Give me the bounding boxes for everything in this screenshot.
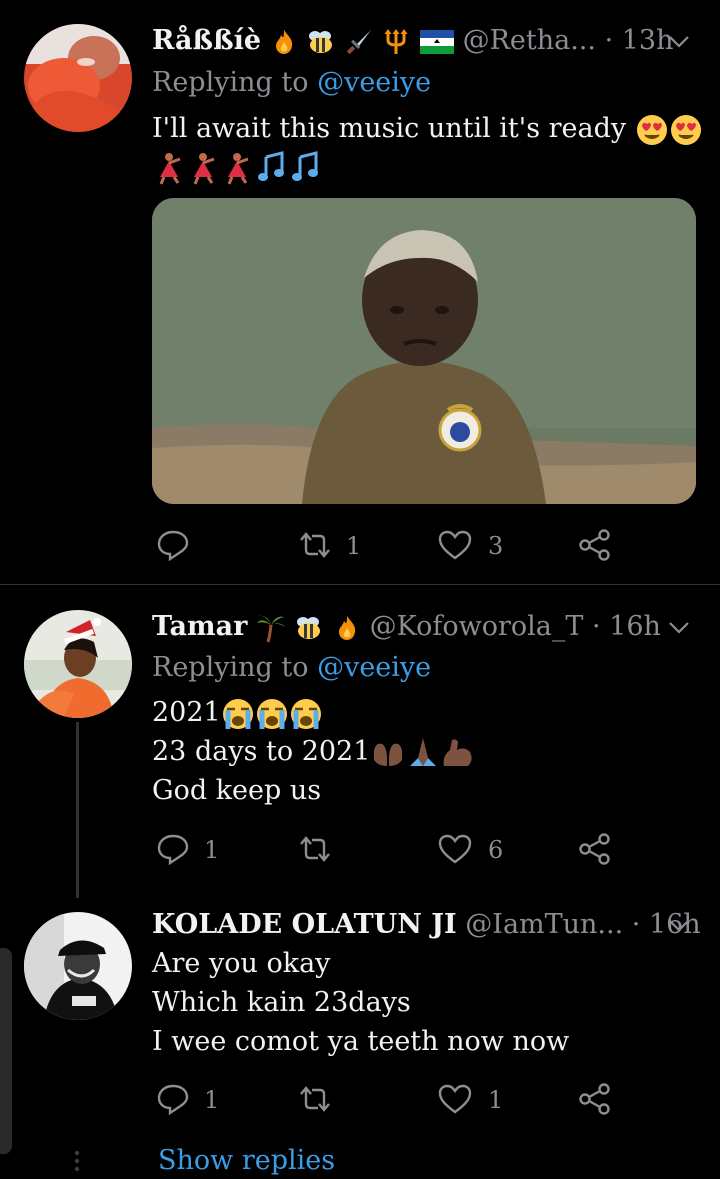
trident-icon xyxy=(384,28,408,54)
avatar[interactable] xyxy=(24,610,132,718)
tweet-text-line: 23 days to 2021 xyxy=(152,733,476,771)
timestamp: · 16h xyxy=(592,611,661,642)
tweet-text-line: I'll await this music until it's ready xyxy=(152,110,703,148)
reply-icon[interactable] xyxy=(156,1082,190,1116)
tweet-emoji-line xyxy=(152,148,322,186)
dancer-icon xyxy=(227,152,249,185)
display-name[interactable]: Tamar xyxy=(152,611,247,642)
like-count: 6 xyxy=(488,836,504,864)
retweet-icon[interactable] xyxy=(296,834,334,864)
retweet-icon[interactable] xyxy=(296,530,334,560)
name-emojis xyxy=(270,25,463,56)
crying-face-icon xyxy=(290,698,321,729)
crying-face-icon xyxy=(256,698,287,729)
mention-link[interactable]: @veeiye xyxy=(317,67,431,98)
fire-icon xyxy=(339,615,356,640)
tweet-text-line: Are you okay xyxy=(152,948,331,979)
retweet-icon[interactable] xyxy=(296,1084,334,1114)
lesotho-flag-icon xyxy=(419,29,454,54)
folded-hands-icon xyxy=(410,737,437,766)
handle[interactable]: @Retha... xyxy=(463,25,596,56)
replying-to: Replying to @veeiye xyxy=(152,652,432,683)
reply-icon[interactable] xyxy=(156,832,190,866)
open-hands-icon xyxy=(374,743,403,766)
like-icon[interactable] xyxy=(438,834,472,864)
share-icon[interactable] xyxy=(578,832,612,866)
like-count: 3 xyxy=(488,532,504,560)
palm-tree-icon xyxy=(256,615,285,642)
tweet-media-image[interactable] xyxy=(152,198,696,504)
flexed-biceps-icon xyxy=(444,738,473,766)
reply-count: 1 xyxy=(204,836,220,864)
music-notes-icon xyxy=(258,150,284,181)
chevron-down-icon[interactable] xyxy=(666,912,692,938)
thread-dots-icon xyxy=(74,1150,80,1172)
mention-link[interactable]: @veeiye xyxy=(317,652,431,683)
display-name[interactable]: KOLADE OLATUN JI xyxy=(152,909,457,940)
handle[interactable]: @IamTun... xyxy=(465,909,623,940)
tweet-text-line: 2021 xyxy=(152,694,323,732)
share-icon[interactable] xyxy=(578,1082,612,1116)
avatar[interactable] xyxy=(24,912,132,1020)
thread-connector xyxy=(76,722,79,898)
replying-to: Replying to @veeiye xyxy=(152,67,432,98)
display-name[interactable]: Råßßíè xyxy=(152,25,261,56)
bee-icon xyxy=(297,616,321,639)
heart-eyes-icon xyxy=(670,114,701,145)
fire-icon xyxy=(275,29,292,54)
show-replies-link[interactable]: Show replies xyxy=(158,1143,335,1179)
name-emojis xyxy=(256,611,370,642)
like-count: 1 xyxy=(488,1086,504,1114)
avatar[interactable] xyxy=(24,24,132,132)
tweet-header: Råßßíè @Retha... · 13h xyxy=(152,24,674,58)
crying-face-icon xyxy=(222,698,253,729)
music-notes-icon xyxy=(292,150,318,181)
tweet-header: Tamar @Kofoworola_T · 16h xyxy=(152,610,661,644)
retweet-count: 1 xyxy=(346,532,362,560)
tweet-text-line: God keep us xyxy=(152,775,322,806)
tweet-header: KOLADE OLATUN JI @IamTun... · 16h xyxy=(152,908,701,942)
share-icon[interactable] xyxy=(578,528,612,562)
tweet-text-line: I wee comot ya teeth now now xyxy=(152,1026,570,1057)
timestamp: · 13h xyxy=(604,25,674,56)
handle[interactable]: @Kofoworola_T xyxy=(370,611,584,642)
like-icon[interactable] xyxy=(438,1084,472,1114)
dagger-icon xyxy=(346,29,371,54)
bee-icon xyxy=(309,30,333,53)
heart-eyes-icon xyxy=(636,114,667,145)
divider xyxy=(0,584,720,585)
tweet-text-line: Which kain 23days xyxy=(152,987,411,1018)
dancer-icon xyxy=(193,152,215,185)
reply-count: 1 xyxy=(204,1086,220,1114)
like-icon[interactable] xyxy=(438,530,472,560)
dancer-icon xyxy=(159,152,181,185)
chevron-down-icon[interactable] xyxy=(666,614,692,640)
scroll-handle[interactable] xyxy=(0,948,12,1154)
chevron-down-icon[interactable] xyxy=(666,28,692,54)
reply-icon[interactable] xyxy=(156,528,190,562)
